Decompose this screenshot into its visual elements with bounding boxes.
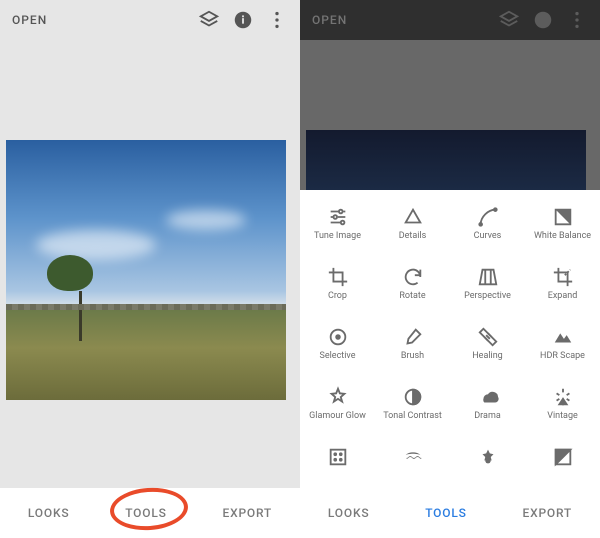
- black-white-icon: [552, 446, 574, 468]
- tool-perspective[interactable]: Perspective: [450, 256, 525, 316]
- tonal-contrast-icon: [402, 386, 424, 408]
- tool-black-white[interactable]: [525, 436, 600, 488]
- tab-tools[interactable]: TOOLS: [425, 506, 466, 520]
- tab-looks[interactable]: LOOKS: [28, 506, 70, 520]
- tool-expand[interactable]: Expand: [525, 256, 600, 316]
- tool-label: Crop: [328, 292, 347, 302]
- editor-panel-left: OPEN LOOKS TOOLS EXPORT: [0, 0, 300, 538]
- tool-vintage[interactable]: Vintage: [525, 376, 600, 436]
- info-icon[interactable]: [532, 9, 554, 31]
- grunge-icon: [477, 446, 499, 468]
- editor-panel-right: OPEN Tune Image Details Curves White Balanc…: [300, 0, 600, 538]
- tool-label: White Balance: [534, 232, 591, 242]
- tool-retrolux[interactable]: [375, 436, 450, 488]
- tool-crop[interactable]: Crop: [300, 256, 375, 316]
- tab-looks[interactable]: LOOKS: [328, 506, 370, 520]
- expand-icon: [552, 266, 574, 288]
- info-icon[interactable]: [232, 9, 254, 31]
- topbar-left: OPEN: [0, 0, 300, 40]
- tools-panel: Tune Image Details Curves White Balance Crop…: [300, 190, 600, 488]
- tune-icon: [327, 206, 349, 228]
- layers-icon[interactable]: [498, 9, 520, 31]
- tab-export[interactable]: EXPORT: [223, 506, 273, 520]
- details-icon: [402, 206, 424, 228]
- brush-icon: [402, 326, 424, 348]
- curves-icon: [477, 206, 499, 228]
- tool-label: Tonal Contrast: [383, 412, 442, 422]
- tool-tonal-contrast[interactable]: Tonal Contrast: [375, 376, 450, 436]
- tool-rotate[interactable]: Rotate: [375, 256, 450, 316]
- tool-white-balance[interactable]: White Balance: [525, 196, 600, 256]
- tool-label: Expand: [548, 292, 578, 302]
- tool-grunge[interactable]: [450, 436, 525, 488]
- healing-icon: [477, 326, 499, 348]
- tool-drama[interactable]: Drama: [450, 376, 525, 436]
- bottom-nav-left: LOOKS TOOLS EXPORT: [0, 488, 300, 538]
- rotate-icon: [402, 266, 424, 288]
- selective-icon: [327, 326, 349, 348]
- glamour-glow-icon: [327, 386, 349, 408]
- open-button[interactable]: OPEN: [312, 13, 347, 27]
- bottom-nav-right: LOOKS TOOLS EXPORT: [300, 488, 600, 538]
- white-balance-icon: [552, 206, 574, 228]
- topbar-right: OPEN: [300, 0, 600, 40]
- tool-label: Rotate: [399, 292, 425, 302]
- tool-healing[interactable]: Healing: [450, 316, 525, 376]
- tool-selective[interactable]: Selective: [300, 316, 375, 376]
- more-icon[interactable]: [266, 9, 288, 31]
- tool-label: Vintage: [547, 412, 578, 422]
- tool-label: Perspective: [464, 292, 511, 302]
- tool-hdr-scape[interactable]: HDR Scape: [525, 316, 600, 376]
- dimmed-background: OPEN: [300, 0, 600, 190]
- grainy-film-icon: [327, 446, 349, 468]
- tool-label: Brush: [401, 352, 424, 362]
- open-button[interactable]: OPEN: [12, 13, 47, 27]
- crop-icon: [327, 266, 349, 288]
- vintage-icon: [552, 386, 574, 408]
- tool-details[interactable]: Details: [375, 196, 450, 256]
- retrolux-icon: [402, 446, 424, 468]
- drama-icon: [477, 386, 499, 408]
- tool-grainy-film[interactable]: [300, 436, 375, 488]
- tool-label: Glamour Glow: [309, 412, 366, 422]
- tab-tools[interactable]: TOOLS: [125, 506, 166, 520]
- tool-label: Tune Image: [314, 232, 361, 242]
- perspective-icon: [477, 266, 499, 288]
- tool-label: Selective: [320, 352, 356, 362]
- tool-curves[interactable]: Curves: [450, 196, 525, 256]
- tool-label: HDR Scape: [540, 352, 585, 362]
- tool-label: Drama: [474, 412, 500, 422]
- image-preview[interactable]: [6, 140, 286, 400]
- more-icon[interactable]: [566, 9, 588, 31]
- layers-icon[interactable]: [198, 9, 220, 31]
- tool-glamour-glow[interactable]: Glamour Glow: [300, 376, 375, 436]
- tool-tune[interactable]: Tune Image: [300, 196, 375, 256]
- hdr-scape-icon: [552, 326, 574, 348]
- tool-label: Healing: [472, 352, 503, 362]
- tool-label: Curves: [474, 232, 502, 242]
- tool-brush[interactable]: Brush: [375, 316, 450, 376]
- tab-export[interactable]: EXPORT: [523, 506, 573, 520]
- tool-label: Details: [399, 232, 427, 242]
